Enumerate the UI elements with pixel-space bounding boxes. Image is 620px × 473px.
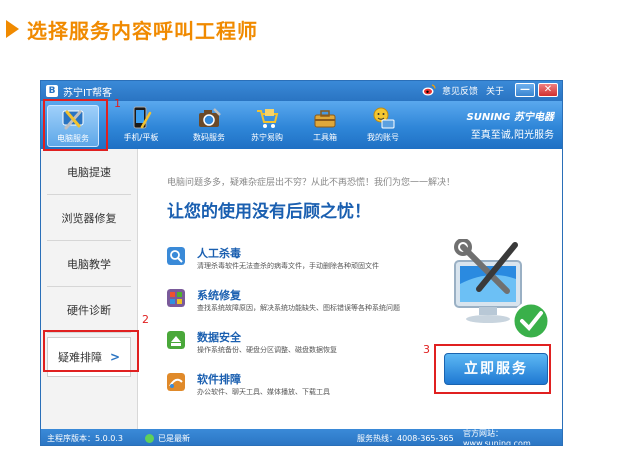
website-link[interactable]: 官方网站：www.suning.com: [463, 428, 562, 445]
tab-suning-shop[interactable]: 苏宁易购: [241, 105, 293, 147]
about-link[interactable]: 关于: [486, 84, 504, 97]
headline: 让您的使用没有后顾之忧！: [167, 202, 371, 222]
repair-monitor-icon: [454, 239, 551, 341]
tab-phone-tablet[interactable]: 手机/平板: [115, 105, 167, 147]
weibo-icon[interactable]: [422, 84, 436, 96]
arrow-icon: [6, 20, 19, 38]
tab-my-account[interactable]: 我的账号: [357, 105, 409, 147]
feature-title: 数据安全: [197, 331, 241, 344]
sidebar-item-tutorial[interactable]: 电脑教学: [47, 241, 131, 287]
tab-digital-service[interactable]: 数码服务: [183, 105, 235, 147]
app-logo-icon: B: [46, 85, 58, 97]
software-icon: [167, 373, 185, 391]
feature-desc: 清理杀毒软件无法查杀的病毒文件，手动删除各种顽固文件: [197, 262, 379, 270]
update-status-text: 已是最新: [158, 433, 190, 443]
shopping-cart-icon: [257, 109, 279, 128]
feature-title: 软件排障: [197, 373, 241, 386]
toolbar-label: 数码服务: [193, 133, 225, 142]
highlight-box-1: [43, 99, 108, 151]
sidebar-item-label: 浏览器修复: [61, 211, 117, 225]
heading-title: 选择服务内容呼叫工程师: [27, 18, 258, 43]
marker-3: 3: [423, 343, 430, 356]
phone-icon: [133, 106, 152, 129]
feature-desc: 操作系统备份、硬盘分区调整、磁盘数据恢复: [197, 346, 337, 354]
sidebar-item-label: 电脑教学: [67, 257, 111, 271]
window-title: 苏宁IT帮客: [63, 87, 113, 99]
feature-desc: 办公软件、聊天工具、媒体播放、下载工具: [197, 388, 330, 396]
lead-text: 电脑问题多多，疑难杂症层出不穷？从此不再恐慌！我们为您一一解决！: [167, 178, 456, 188]
camera-icon: [199, 108, 221, 127]
windows-repair-icon: [167, 289, 185, 307]
feedback-link[interactable]: 意见反馈: [442, 84, 478, 97]
brand-block: SUNING 苏宁电器 至真至诚,阳光服务: [467, 108, 554, 141]
highlight-box-2: [43, 330, 139, 372]
magnifier-icon: [167, 247, 185, 265]
highlight-box-3: [434, 344, 551, 394]
tab-toolbox[interactable]: 工具箱: [299, 105, 351, 147]
toolbar-label: 手机/平板: [123, 133, 159, 142]
minimize-button[interactable]: —: [515, 83, 535, 97]
toolbox-icon: [314, 110, 336, 128]
close-button[interactable]: ✕: [538, 83, 558, 97]
sidebar: 电脑提速 浏览器修复 电脑教学 硬件诊断 疑难排障 >: [41, 149, 138, 429]
data-backup-icon: [167, 331, 185, 349]
version-text: 主程序版本：5.0.0.3: [47, 433, 123, 443]
sidebar-item-hardware-diagnosis[interactable]: 硬件诊断: [47, 287, 131, 333]
section-heading: 选择服务内容呼叫工程师: [4, 14, 258, 44]
brand-name: SUNING 苏宁电器: [466, 112, 554, 123]
sidebar-item-label: 电脑提速: [67, 165, 111, 179]
brand-slogan: 至真至诚,阳光服务: [470, 130, 554, 141]
feature-desc: 查找系统故障原因，解决系统功能缺失、图标错误等各种系统问题: [197, 304, 400, 312]
check-icon: [145, 433, 154, 443]
marker-1: 1: [114, 97, 121, 110]
toolbar-label: 我的账号: [367, 133, 399, 142]
update-status: 已是最新: [145, 433, 190, 444]
toolbar-label: 苏宁易购: [251, 133, 283, 142]
account-icon: [373, 107, 395, 129]
hotline-text: 服务热线：4008-365-365: [357, 433, 454, 443]
feature-title: 系统修复: [197, 289, 241, 302]
feature-title: 人工杀毒: [197, 247, 241, 260]
toolbar-label: 工具箱: [313, 133, 337, 142]
sidebar-item-label: 硬件诊断: [67, 303, 111, 317]
sidebar-item-browser-repair[interactable]: 浏览器修复: [47, 195, 131, 241]
sidebar-item-speedup[interactable]: 电脑提速: [47, 149, 131, 195]
status-bar: 主程序版本：5.0.0.3 已是最新 服务热线：4008-365-365 官方网…: [41, 428, 562, 445]
marker-2: 2: [142, 313, 149, 326]
